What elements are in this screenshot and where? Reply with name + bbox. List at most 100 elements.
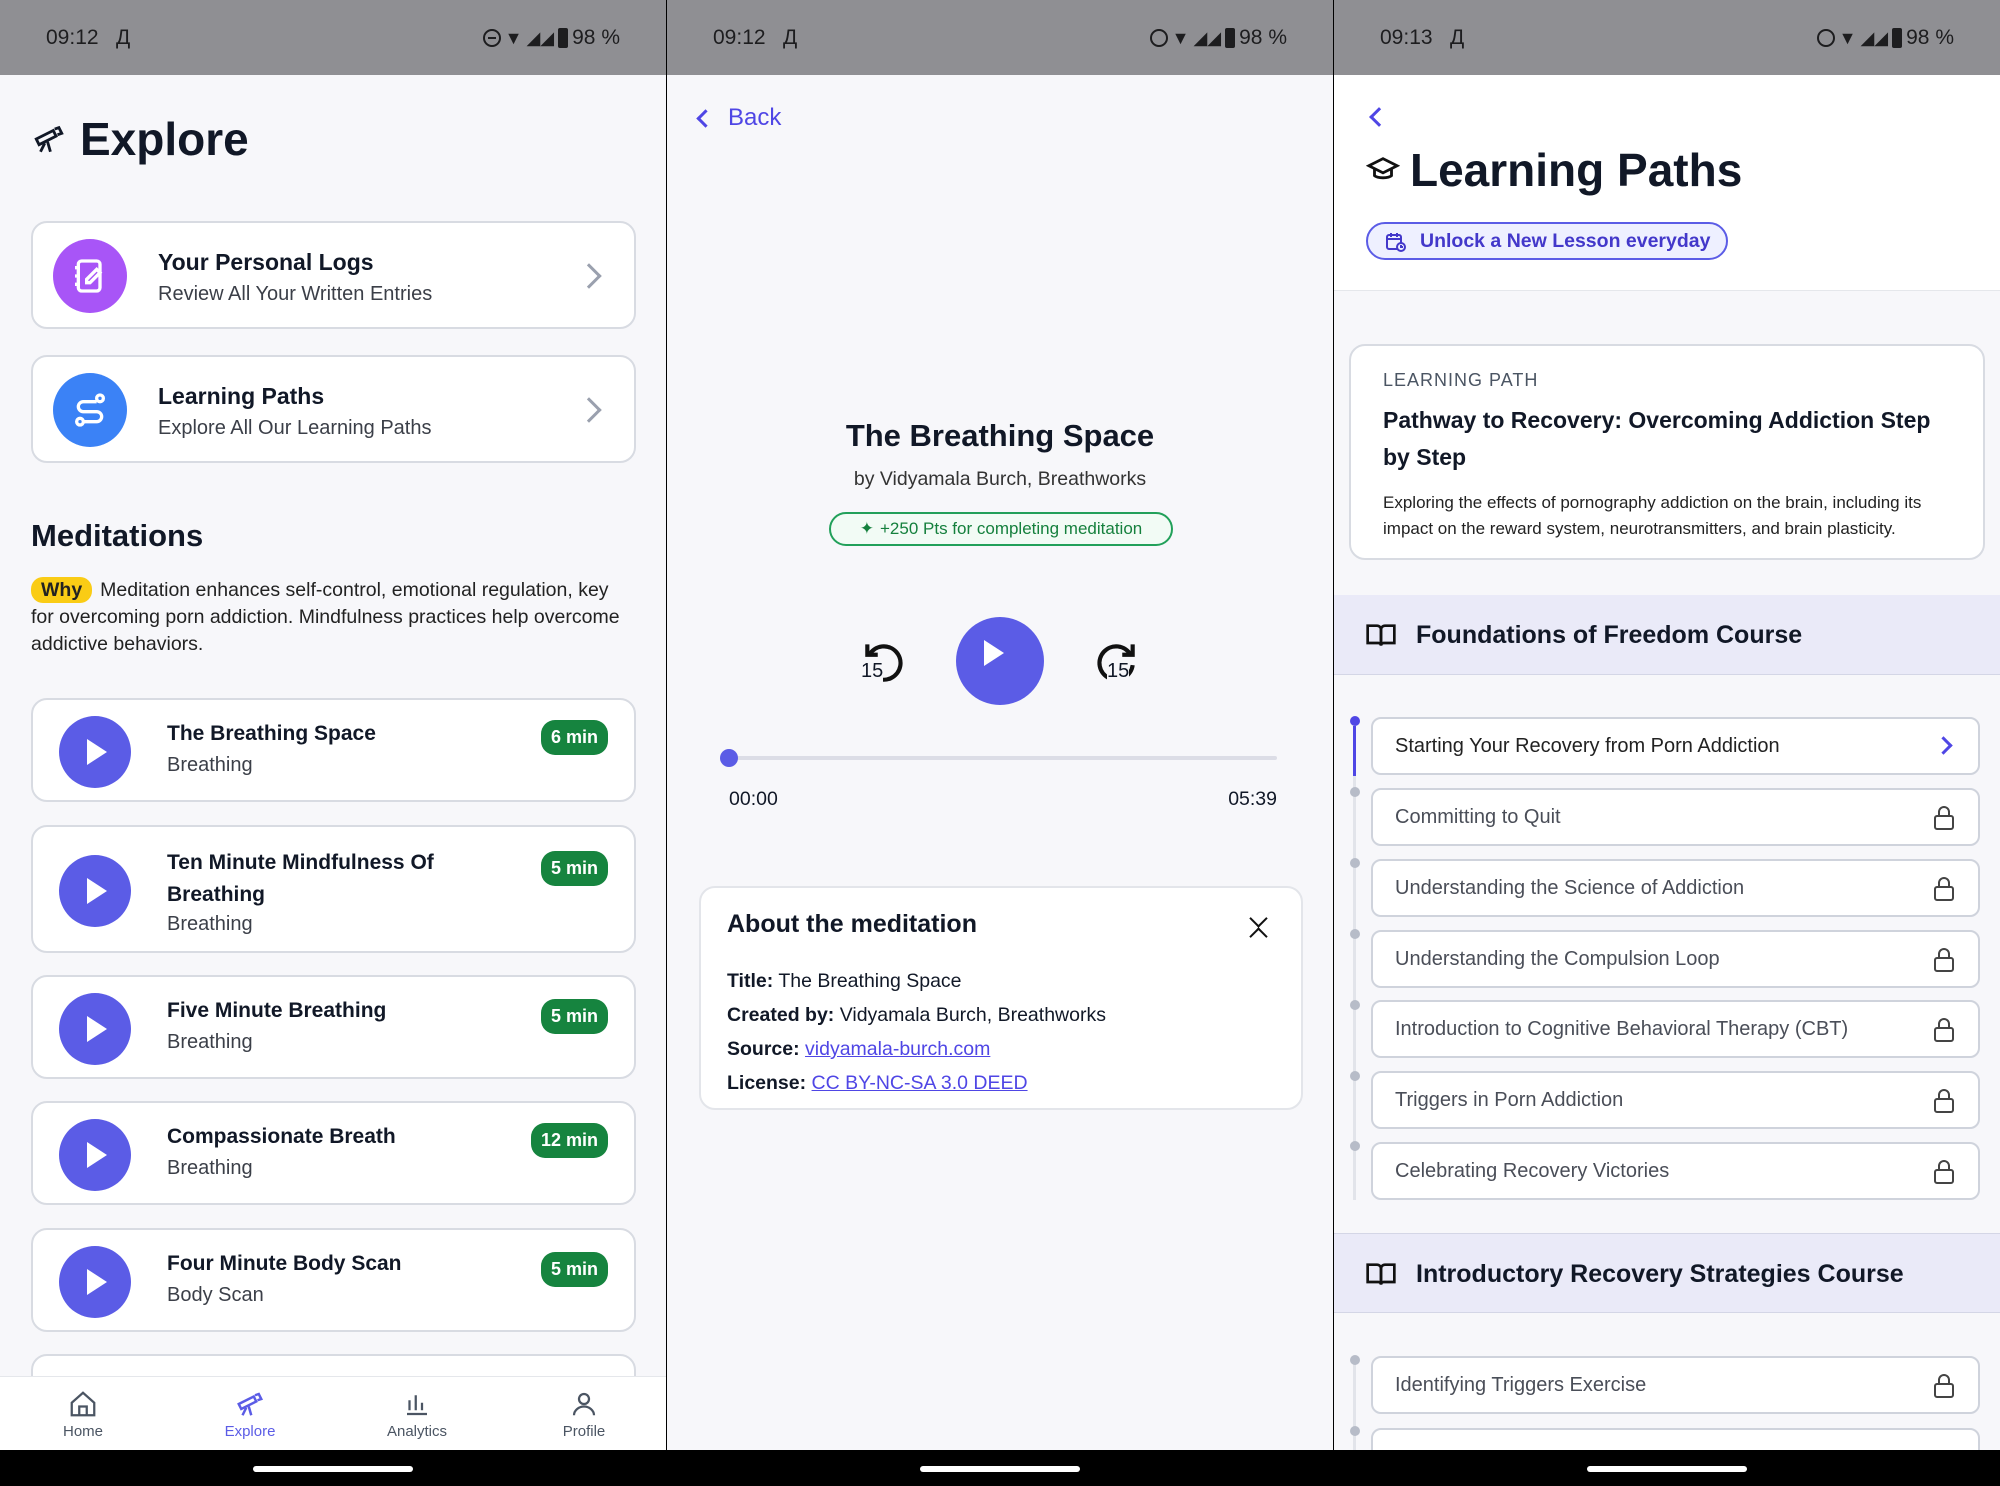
lesson-item-locked[interactable]: Celebrating Recovery Victories (1371, 1142, 1980, 1200)
back-chevron-icon[interactable] (1369, 107, 1389, 127)
row-label: Created by: (727, 1004, 835, 1026)
timeline-dot (1350, 1355, 1360, 1365)
lock-icon (1934, 948, 1954, 972)
page-title: Explore (80, 113, 249, 165)
sparkle-icon: ✦ (859, 519, 874, 538)
meditation-item[interactable]: Compassionate Breath Breathing 12 min (31, 1101, 636, 1205)
lock-icon (1934, 1374, 1954, 1398)
chevron-left-icon (696, 108, 715, 128)
meditation-category: Breathing (167, 1031, 253, 1053)
lesson-item-locked[interactable]: Introduction to Cognitive Behavioral The… (1371, 1000, 1980, 1058)
battery-icon (1892, 28, 1903, 48)
meditations-heading: Meditations (31, 518, 204, 553)
lesson-title: Triggers in Porn Addiction (1395, 1089, 1624, 1111)
play-icon[interactable] (59, 1119, 131, 1191)
course-header-1[interactable]: Foundations of Freedom Course (1334, 595, 2000, 675)
points-badge: ✦ +250 Pts for completing meditation (829, 512, 1173, 546)
wifi-icon: ▼ (1838, 27, 1857, 48)
timeline-active (1353, 726, 1356, 776)
tab-label: Profile (562, 1423, 606, 1440)
status-icons: ▼ ◢◢ 98 % (1149, 26, 1287, 50)
explore-screen: 09:12 Д ▼ ◢◢ 98 % Explore Your Personal … (0, 0, 666, 1486)
lesson-item-locked[interactable]: Understanding the Compulsion Loop (1371, 930, 1980, 988)
duration-badge: 5 min (540, 1252, 608, 1287)
skip-forward-label: 15 (1107, 660, 1130, 683)
meditation-title: Four Minute Body Scan (167, 1252, 402, 1275)
play-icon[interactable] (59, 716, 131, 788)
lesson-item-locked[interactable]: Identifying Triggers Exercise (1371, 1356, 1980, 1414)
about-row-source: Source: vidyamala-burch.com (727, 1032, 1106, 1066)
unlock-badge: Unlock a New Lesson everyday (1366, 222, 1729, 260)
about-rows: Title: The Breathing Space Created by: V… (727, 964, 1106, 1100)
meditation-item[interactable]: The Breathing Space Breathing 6 min (31, 698, 636, 802)
page-title: Learning Paths (1410, 144, 1743, 196)
collapse-icon[interactable] (1247, 909, 1271, 946)
play-icon[interactable] (59, 993, 131, 1065)
total-time: 05:39 (1228, 788, 1277, 810)
timeline-line (1353, 1358, 1356, 1450)
learning-paths-card[interactable]: Learning Paths Explore All Our Learning … (31, 355, 636, 463)
about-row-license: License: CC BY-NC-SA 3.0 DEED (727, 1066, 1106, 1100)
progress-track[interactable] (720, 749, 1277, 767)
license-link[interactable]: CC BY-NC-SA 3.0 DEED (812, 1072, 1028, 1094)
about-card: About the meditation Title: The Breathin… (699, 886, 1303, 1110)
tab-profile[interactable]: Profile (534, 1389, 634, 1440)
lesson-title: Understanding the Science of Addiction (1395, 877, 1745, 899)
skip-forward-button[interactable]: 15 (1091, 636, 1151, 696)
meditation-title: Five Minute Breathing (167, 999, 387, 1022)
card-subtitle: Review All Your Written Entries (158, 283, 433, 305)
notebook-icon (53, 239, 127, 313)
battery-percent: 98 % (1906, 26, 1954, 49)
track-author: by Vidyamala Burch, Breathworks (853, 468, 1147, 490)
lesson-item-active[interactable]: Starting Your Recovery from Porn Addicti… (1371, 717, 1980, 775)
skip-back-button[interactable]: 15 (859, 636, 919, 696)
open-book-icon (1366, 624, 1396, 646)
tab-explore[interactable]: Explore (200, 1389, 300, 1440)
lock-icon (1934, 1018, 1954, 1042)
home-gesture-pill[interactable] (1587, 1466, 1747, 1472)
wifi-icon: ▼ (1171, 27, 1190, 48)
home-gesture-pill[interactable] (253, 1466, 413, 1472)
progress-thumb[interactable] (720, 749, 738, 767)
lesson-item-locked[interactable]: Triggers in Porn Addiction (1371, 1071, 1980, 1129)
lesson-item-locked[interactable]: Understanding the Science of Addiction (1371, 859, 1980, 917)
tab-label: Explore (224, 1423, 276, 1440)
dnd-icon (482, 29, 501, 47)
tab-home[interactable]: Home (33, 1389, 133, 1440)
points-label: +250 Pts for completing meditation (880, 519, 1143, 538)
status-bar: 09:12 Д ▼ ◢◢ 98 % (667, 0, 1333, 75)
course-header-2[interactable]: Introductory Recovery Strategies Course (1334, 1233, 2000, 1313)
user-icon (572, 1392, 596, 1416)
status-icons: ▼ ◢◢ 98 % (1816, 26, 1954, 50)
timeline-dot (1350, 1000, 1360, 1010)
row-label: License: (727, 1072, 807, 1094)
battery-icon (1225, 28, 1236, 48)
card-subtitle: Explore All Our Learning Paths (158, 417, 432, 439)
graduation-cap-icon (1366, 157, 1400, 180)
lesson-item-locked[interactable]: Committing to Quit (1371, 788, 1980, 846)
about-heading: About the meditation (727, 910, 977, 938)
player-screen: 09:12 Д ▼ ◢◢ 98 % Back The Breathing Spa… (667, 0, 1333, 1486)
home-gesture-pill[interactable] (920, 1466, 1080, 1472)
back-button[interactable]: Back (696, 104, 781, 132)
play-icon[interactable] (59, 1246, 131, 1318)
why-text: Meditation enhances self-control, emotio… (31, 579, 620, 655)
lesson-title: Introduction to Cognitive Behavioral The… (1395, 1018, 1849, 1040)
tab-analytics[interactable]: Analytics (367, 1389, 467, 1440)
source-link[interactable]: vidyamala-burch.com (805, 1038, 990, 1060)
play-button[interactable] (956, 617, 1044, 705)
meditation-item[interactable]: Ten Minute Mindfulness Of Breathing Brea… (31, 825, 636, 953)
lesson-title: Starting Your Recovery from Porn Addicti… (1395, 735, 1780, 757)
route-icon (53, 373, 127, 447)
about-row-creator: Created by: Vidyamala Burch, Breathworks (727, 998, 1106, 1032)
meditation-item[interactable]: Four Minute Body Scan Body Scan 5 min (31, 1228, 636, 1332)
play-icon[interactable] (59, 855, 131, 927)
status-time: 09:12 (46, 26, 99, 49)
status-time: 09:13 (1380, 26, 1433, 49)
battery-percent: 98 % (1239, 26, 1287, 49)
meditation-item[interactable]: Five Minute Breathing Breathing 5 min (31, 975, 636, 1079)
wifi-icon: ▼ (504, 27, 523, 48)
personal-logs-card[interactable]: Your Personal Logs Review All Your Writt… (31, 221, 636, 329)
lock-icon (1934, 1160, 1954, 1184)
header: Learning Paths Unlock a New Lesson every… (1334, 75, 2000, 291)
